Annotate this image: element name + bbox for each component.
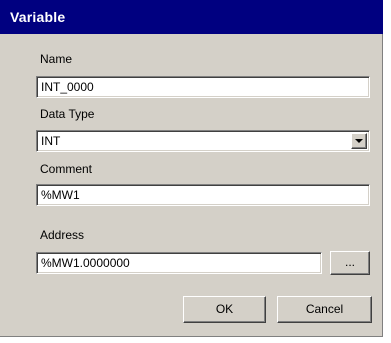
cancel-button[interactable]: Cancel bbox=[277, 296, 372, 323]
window-title: Variable bbox=[10, 9, 66, 25]
comment-label: Comment bbox=[40, 162, 93, 176]
data-type-label: Data Type bbox=[40, 107, 95, 121]
ok-button[interactable]: OK bbox=[183, 296, 266, 323]
triangle-down-icon bbox=[355, 139, 363, 143]
browse-button[interactable]: ... bbox=[330, 251, 370, 275]
address-label: Address bbox=[40, 228, 85, 242]
comment-input[interactable]: %MW1 bbox=[36, 184, 370, 206]
address-input[interactable]: %MW1.0000000 bbox=[36, 252, 322, 274]
variable-dialog: Variable Name INT_0000 Data Type INT Com… bbox=[0, 0, 383, 337]
name-input[interactable]: INT_0000 bbox=[36, 76, 370, 98]
data-type-value: INT bbox=[41, 134, 61, 148]
title-bar[interactable]: Variable bbox=[0, 0, 383, 34]
dropdown-button[interactable] bbox=[351, 133, 367, 149]
data-type-select[interactable]: INT bbox=[36, 130, 370, 152]
name-label: Name bbox=[40, 52, 73, 66]
